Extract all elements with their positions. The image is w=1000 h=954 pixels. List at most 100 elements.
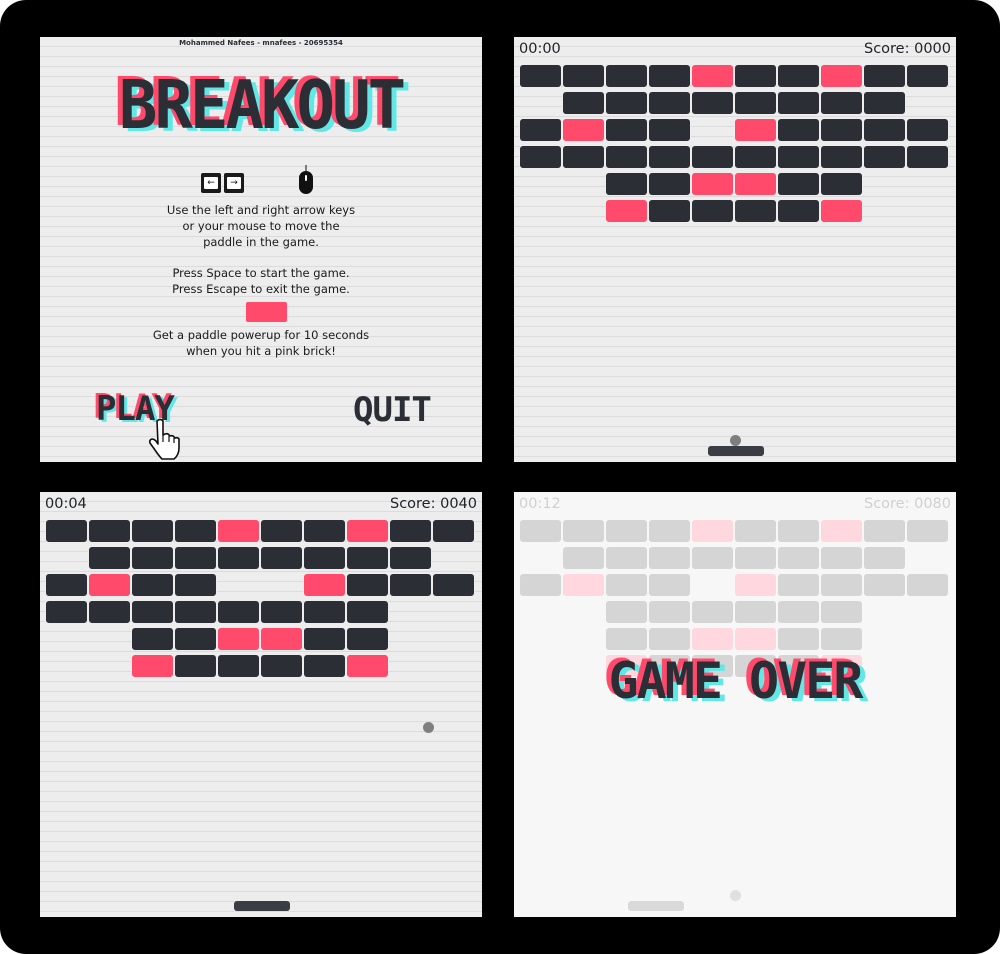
- timer: 00:04: [45, 496, 87, 512]
- brick: [131, 519, 174, 543]
- pink-brick: [346, 654, 389, 678]
- brick: [605, 118, 648, 142]
- brick: [346, 573, 389, 597]
- brick: [906, 118, 949, 142]
- hand-pointer-icon: [148, 418, 180, 460]
- brick: [863, 519, 906, 543]
- pink-brick: [260, 627, 303, 651]
- mouse-icon: [299, 165, 313, 194]
- brick: [519, 519, 562, 543]
- brick: [605, 172, 648, 196]
- pink-brick: [346, 519, 389, 543]
- brick: [777, 600, 820, 624]
- brick: [777, 145, 820, 169]
- brick: [174, 519, 217, 543]
- pink-brick: [88, 573, 131, 597]
- brick: [131, 546, 174, 570]
- pink-brick: [691, 172, 734, 196]
- brick: [562, 145, 605, 169]
- pink-brick: [820, 519, 863, 543]
- pink-brick: [303, 573, 346, 597]
- pink-brick: [820, 199, 863, 223]
- author-credit: Mohammed Nafees - mnafees - 20695354: [179, 39, 343, 47]
- pink-brick: [734, 172, 777, 196]
- brick: [45, 519, 88, 543]
- brick: [691, 145, 734, 169]
- brick: [389, 519, 432, 543]
- brick: [648, 172, 691, 196]
- brick: [519, 573, 562, 597]
- brick: [648, 199, 691, 223]
- brick: [691, 600, 734, 624]
- screenshot-frame: Mohammed Nafees - mnafees - 20695354 BRE…: [0, 0, 1000, 954]
- pink-brick: [734, 118, 777, 142]
- brick: [303, 600, 346, 624]
- brick: [863, 91, 906, 115]
- brick: [777, 172, 820, 196]
- pink-brick: [820, 64, 863, 88]
- brick: [562, 546, 605, 570]
- pink-brick: [605, 199, 648, 223]
- brick: [217, 546, 260, 570]
- brick: [605, 91, 648, 115]
- brick: [777, 573, 820, 597]
- brick: [174, 627, 217, 651]
- brick: [131, 600, 174, 624]
- pink-brick: [734, 627, 777, 651]
- paddle[interactable]: [234, 901, 290, 911]
- brick: [303, 654, 346, 678]
- brick: [734, 199, 777, 223]
- brick: [605, 64, 648, 88]
- brick: [906, 145, 949, 169]
- brick: [303, 519, 346, 543]
- brick: [605, 519, 648, 543]
- brick: [820, 600, 863, 624]
- timer: 00:12: [519, 496, 561, 512]
- brick: [906, 519, 949, 543]
- brick: [217, 600, 260, 624]
- brick: [605, 145, 648, 169]
- brick: [820, 145, 863, 169]
- brick: [605, 627, 648, 651]
- brick: [777, 519, 820, 543]
- brick: [906, 573, 949, 597]
- brick: [777, 118, 820, 142]
- brick: [734, 91, 777, 115]
- brick: [777, 546, 820, 570]
- brick: [734, 546, 777, 570]
- pink-brick: [562, 573, 605, 597]
- brick: [432, 573, 475, 597]
- brick: [88, 519, 131, 543]
- brick: [820, 91, 863, 115]
- pink-brick-sample: [246, 302, 287, 322]
- brick: [648, 519, 691, 543]
- instructions-line: Use the left and right arrow keys: [166, 203, 356, 217]
- brick: [562, 64, 605, 88]
- right-arrow-key-icon: →: [224, 173, 244, 193]
- powerup-line: when you hit a pink brick!: [186, 344, 336, 358]
- brick: [734, 600, 777, 624]
- brick: [648, 64, 691, 88]
- powerup-line: Get a paddle powerup for 10 seconds: [152, 328, 370, 342]
- brick: [648, 91, 691, 115]
- menu-screen: Mohammed Nafees - mnafees - 20695354 BRE…: [40, 37, 482, 462]
- brick: [346, 627, 389, 651]
- pink-brick: [217, 519, 260, 543]
- ball: [423, 722, 434, 733]
- score: Score: 0080: [863, 496, 951, 512]
- ball: [730, 890, 741, 901]
- quit-button[interactable]: QUIT: [353, 390, 432, 430]
- escape-instruction: Press Escape to exit the game.: [172, 282, 350, 296]
- timer: 00:00: [519, 41, 561, 57]
- game-title: BREAKOUT: [118, 67, 406, 145]
- brick: [605, 546, 648, 570]
- paddle: [628, 901, 684, 911]
- brick: [734, 145, 777, 169]
- brick: [648, 600, 691, 624]
- pink-brick: [131, 654, 174, 678]
- brick: [648, 627, 691, 651]
- game-screen-over: 00:12 Score: 0080 GAME OVER: [514, 492, 956, 917]
- brick: [562, 519, 605, 543]
- paddle[interactable]: [708, 446, 764, 456]
- brick: [777, 199, 820, 223]
